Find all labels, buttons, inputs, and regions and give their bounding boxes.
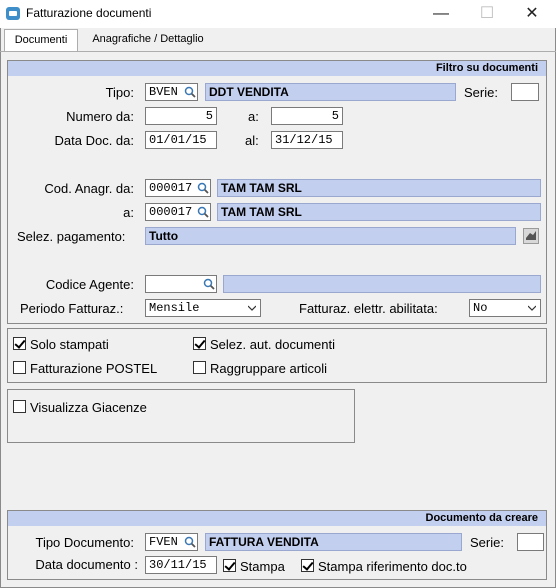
filter-group-header: Filtro su documenti	[8, 61, 546, 76]
raggruppare-checkbox[interactable]	[193, 361, 206, 374]
tab-documenti[interactable]: Documenti	[4, 29, 78, 51]
numero-da-label: Numero da:	[66, 109, 134, 124]
agente-label: Codice Agente:	[45, 277, 134, 292]
periodo-label: Periodo Fatturaz.:	[20, 301, 124, 316]
numero-a-input[interactable]: 5	[271, 107, 343, 125]
agente-search-icon[interactable]	[202, 277, 216, 291]
periodo-select[interactable]: Mensile	[145, 299, 261, 317]
serie-input[interactable]	[511, 83, 539, 101]
numero-da-input[interactable]: 5	[145, 107, 217, 125]
raggruppare-label: Raggruppare articoli	[210, 361, 328, 376]
maximize-button[interactable]: ☐	[464, 0, 510, 28]
close-button[interactable]: ✕	[509, 0, 555, 28]
tab-strip-border	[0, 51, 556, 52]
data-al-label: al:	[245, 133, 259, 148]
data-da-label: Data Doc. da:	[54, 133, 135, 148]
tipo-label: Tipo:	[105, 85, 134, 100]
minimize-button[interactable]: —	[418, 0, 464, 28]
elettr-value: No	[473, 301, 488, 315]
chevron-down-icon	[528, 305, 536, 311]
create-tipo-description: FATTURA VENDITA	[205, 533, 462, 551]
giacenze-group	[7, 389, 355, 443]
agente-description	[223, 275, 541, 293]
app-icon	[6, 7, 20, 20]
create-group-header: Documento da creare	[8, 511, 546, 526]
giacenze-label: Visualizza Giacenze	[30, 400, 147, 415]
elettr-label: Fatturaz. elettr. abilitata:	[299, 301, 438, 316]
periodo-value: Mensile	[149, 301, 200, 315]
solo-stampati-checkbox[interactable]	[13, 337, 26, 350]
create-serie-input[interactable]	[517, 533, 544, 551]
tipo-description: DDT VENDITA	[205, 83, 456, 101]
create-tipo-search-icon[interactable]	[183, 535, 197, 549]
anagr-a-label: a:	[123, 205, 134, 220]
stampa-rif-checkbox[interactable]	[301, 559, 314, 572]
postel-checkbox[interactable]	[13, 361, 26, 374]
solo-stampati-label: Solo stampati	[30, 337, 109, 352]
tipo-search-icon[interactable]	[183, 85, 197, 99]
pagamento-select-icon[interactable]	[523, 228, 539, 244]
anagr-a-search-icon[interactable]	[196, 205, 210, 219]
anagr-da-search-icon[interactable]	[196, 181, 210, 195]
numero-a-label: a:	[248, 109, 259, 124]
data-al-input[interactable]: 31/12/15	[271, 131, 343, 149]
pagamento-label: Selez. pagamento:	[17, 229, 126, 244]
elettr-select[interactable]: No	[469, 299, 541, 317]
selez-aut-label: Selez. aut. documenti	[210, 337, 336, 352]
data-da-input[interactable]: 01/01/15	[145, 131, 217, 149]
create-data-label: Data documento :	[35, 557, 138, 572]
selez-aut-checkbox[interactable]	[193, 337, 206, 350]
create-serie-label: Serie:	[470, 535, 504, 550]
pagamento-field[interactable]: Tutto	[145, 227, 516, 245]
chevron-down-icon	[248, 305, 256, 311]
anagr-a-description: TAM TAM SRL	[217, 203, 541, 221]
serie-label: Serie:	[464, 85, 498, 100]
anagr-da-description: TAM TAM SRL	[217, 179, 541, 197]
stampa-checkbox[interactable]	[223, 559, 236, 572]
anagr-da-label: Cod. Anagr. da:	[44, 181, 134, 196]
create-tipo-label: Tipo Documento:	[35, 535, 134, 550]
tab-anagrafiche-dettaglio[interactable]: Anagrafiche / Dettaglio	[84, 29, 212, 51]
stampa-rif-label: Stampa riferimento doc.to	[318, 559, 467, 574]
stampa-label: Stampa	[240, 559, 285, 574]
window-title: Fatturazione documenti	[26, 6, 152, 20]
giacenze-checkbox[interactable]	[13, 400, 26, 413]
create-data-input[interactable]: 30/11/15	[145, 556, 217, 574]
postel-label: Fatturazione POSTEL	[30, 361, 158, 376]
